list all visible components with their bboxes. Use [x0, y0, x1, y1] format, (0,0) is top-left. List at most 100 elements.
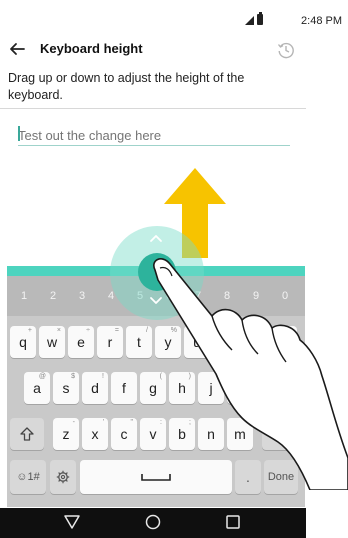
key-hint: @ — [38, 373, 46, 380]
key-o[interactable]: o — [242, 326, 268, 358]
key-hint: / — [146, 327, 148, 334]
key-t[interactable]: t / — [126, 326, 152, 358]
key-label: f — [122, 380, 126, 396]
number-key[interactable]: 0 — [273, 276, 297, 316]
key-hint: ÷ — [86, 327, 90, 334]
resize-handle[interactable] — [138, 253, 176, 291]
backspace-key[interactable] — [262, 418, 296, 450]
key-v[interactable]: v: — [140, 418, 166, 450]
key-label: w — [46, 334, 58, 350]
key-hint: × — [56, 327, 61, 334]
triangle-back-icon[interactable] — [64, 515, 80, 529]
key-label: t — [137, 334, 141, 350]
key-z[interactable]: z- — [53, 418, 79, 450]
settings-key[interactable] — [50, 460, 76, 494]
period-key[interactable]: . — [235, 460, 261, 494]
key-label: i — [224, 334, 228, 350]
number-key[interactable]: 3 — [70, 276, 94, 316]
battery-icon — [257, 12, 263, 25]
key-q[interactable]: q + — [10, 326, 36, 358]
key-label: x — [91, 426, 99, 442]
key-hint: ' — [102, 419, 104, 426]
description-text: Drag up or down to adjust the height of … — [8, 71, 245, 102]
key-j[interactable]: j — [198, 372, 224, 404]
key-label: o — [251, 334, 259, 350]
key-label: j — [209, 380, 213, 396]
key-d[interactable]: d! — [82, 372, 108, 404]
status-time: 2:48 PM — [301, 15, 342, 27]
key-n[interactable]: n — [198, 418, 224, 450]
key-x[interactable]: x ' — [82, 418, 108, 450]
back-arrow-icon[interactable] — [8, 40, 26, 58]
done-key[interactable]: Done — [264, 460, 298, 494]
key-g[interactable]: g( — [140, 372, 166, 404]
key-e[interactable]: e ÷ — [68, 326, 94, 358]
test-input[interactable] — [18, 125, 290, 146]
key-hint: ! — [102, 373, 104, 380]
shift-icon — [20, 427, 34, 441]
symbols-key[interactable]: ☺1# — [10, 460, 46, 494]
key-r[interactable]: r = — [97, 326, 123, 358]
key-k[interactable]: k — [227, 372, 253, 404]
key-s[interactable]: s $ — [53, 372, 79, 404]
key-i[interactable]: i — [213, 326, 239, 358]
key-y[interactable]: y% — [155, 326, 181, 358]
chevron-down-icon — [150, 297, 162, 304]
divider — [0, 108, 306, 109]
key-label: c — [120, 426, 128, 442]
space-icon — [141, 474, 171, 481]
key-label: g — [149, 380, 157, 396]
key-m[interactable]: m — [227, 418, 253, 450]
page-title: Keyboard height — [40, 41, 143, 56]
key-l[interactable]: l — [256, 372, 282, 404]
key-label: q — [19, 334, 27, 350]
key-label: s — [62, 380, 70, 396]
key-label: p — [280, 334, 288, 350]
history-icon[interactable] — [276, 40, 296, 60]
key-label: y — [164, 334, 172, 350]
key-label: b — [178, 426, 186, 442]
key-a[interactable]: a @ — [24, 372, 50, 404]
key-hint: - — [72, 419, 75, 426]
key-label: k — [236, 380, 244, 396]
key-w[interactable]: w × — [39, 326, 65, 358]
key-hint: = — [114, 327, 119, 334]
circle-home-icon[interactable] — [145, 514, 161, 530]
key-b[interactable]: b; — [169, 418, 195, 450]
text-cursor — [18, 126, 20, 141]
key-hint: % — [170, 327, 177, 334]
shift-key[interactable] — [10, 418, 44, 450]
key-hint: $ — [71, 373, 75, 380]
key-label: z — [62, 426, 70, 442]
square-recent-icon[interactable] — [226, 515, 240, 529]
space-key[interactable] — [80, 460, 232, 494]
key-label: e — [77, 334, 85, 350]
chevron-up-icon — [150, 235, 162, 242]
key-hint: ( — [159, 373, 162, 380]
number-key[interactable]: 9 — [244, 276, 268, 316]
key-label: u — [193, 334, 201, 350]
key-p[interactable]: p — [271, 326, 297, 358]
signal-icon — [245, 16, 254, 25]
key-u[interactable]: u — [184, 326, 210, 358]
key-hint: ; — [189, 419, 191, 426]
key-hint: : — [160, 419, 162, 426]
key-label: v — [149, 426, 157, 442]
key-hint: " — [130, 419, 134, 426]
key-label: a — [33, 380, 41, 396]
number-key[interactable]: 8 — [215, 276, 239, 316]
key-h[interactable]: h) — [169, 372, 195, 404]
key-hint: ) — [188, 373, 191, 380]
key-label: h — [178, 380, 186, 396]
key-label: m — [234, 426, 246, 442]
key-label: d — [91, 380, 99, 396]
key-f[interactable]: f — [111, 372, 137, 404]
key-label: n — [207, 426, 215, 442]
gear-icon — [56, 470, 70, 484]
number-key[interactable]: 2 — [41, 276, 65, 316]
key-label: r — [107, 334, 113, 350]
key-c[interactable]: c " — [111, 418, 137, 450]
key-hint: + — [27, 327, 32, 334]
key-label: l — [267, 380, 271, 396]
number-key[interactable]: 1 — [12, 276, 36, 316]
